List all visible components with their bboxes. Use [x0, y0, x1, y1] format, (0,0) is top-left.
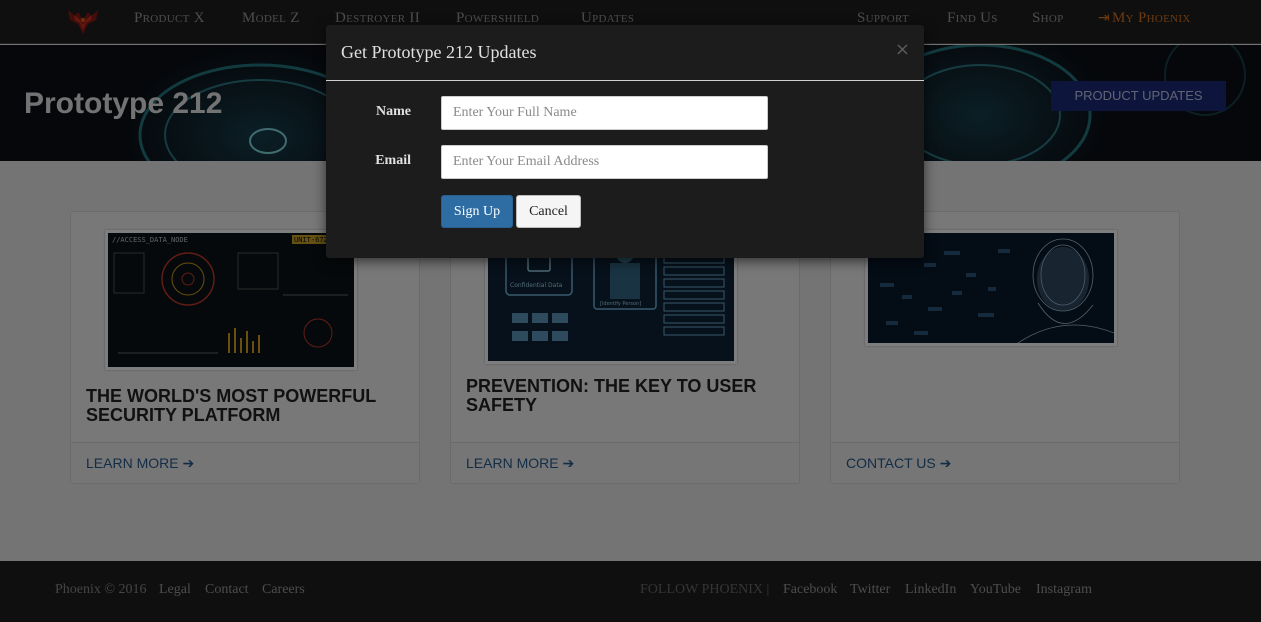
modal-title: Get Prototype 212 Updates [341, 42, 537, 62]
name-field[interactable] [441, 96, 768, 130]
close-icon[interactable]: × [895, 41, 910, 59]
updates-signup-modal: Get Prototype 212 Updates × Name Email S… [326, 25, 924, 258]
cancel-button[interactable]: Cancel [516, 195, 581, 228]
modal-header: Get Prototype 212 Updates × [326, 25, 924, 81]
sign-up-button[interactable]: Sign Up [441, 195, 513, 228]
email-label: Email [375, 153, 411, 168]
email-field[interactable] [441, 145, 768, 179]
name-label: Name [376, 104, 411, 119]
